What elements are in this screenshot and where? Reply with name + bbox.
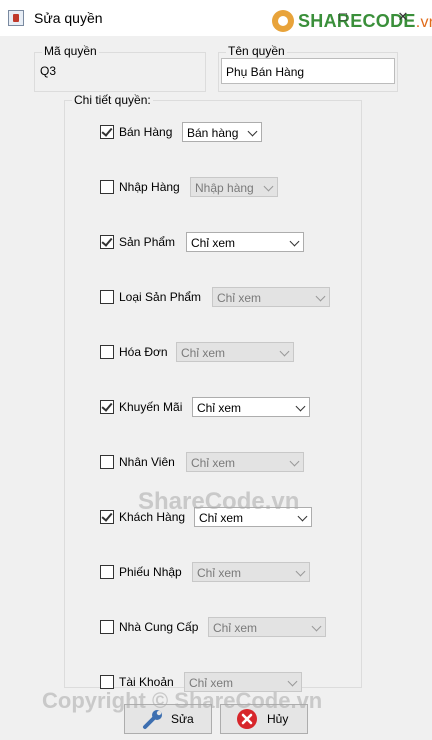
perm-checkbox[interactable]: [100, 180, 114, 194]
cancel-icon: [237, 709, 257, 729]
java-app-icon: [8, 10, 24, 26]
perm-label: Tài Khoản: [119, 675, 174, 689]
sharecode-logo-icon: [272, 10, 294, 32]
title-bar: Sửa quyền SHARECODE.vn □ ✕: [0, 0, 432, 36]
perm-row-khuyen-mai: Khuyến Mãi: [100, 397, 182, 417]
perm-checkbox[interactable]: [100, 345, 114, 359]
perm-combo[interactable]: Chỉ xem: [192, 562, 310, 582]
cancel-button-label: Hủy: [267, 712, 289, 726]
ten-quyen-label: Tên quyền: [226, 44, 287, 58]
perm-checkbox[interactable]: [100, 620, 114, 634]
perm-label: Loại Sản Phẩm: [119, 290, 202, 304]
perm-combo[interactable]: Nhập hàng: [190, 177, 278, 197]
perm-label: Nhân Viên: [119, 455, 175, 469]
permission-panel-title: Chi tiết quyền:: [72, 93, 153, 107]
perm-label: Khách Hàng: [119, 510, 186, 524]
perm-checkbox[interactable]: [100, 565, 114, 579]
close-icon[interactable]: ✕: [396, 10, 410, 24]
perm-label: Bán Hàng: [119, 125, 173, 139]
perm-row-hoa-don: Hóa Đơn: [100, 342, 168, 362]
perm-combo[interactable]: Chỉ xem: [194, 507, 312, 527]
perm-checkbox[interactable]: [100, 510, 114, 524]
save-button-label: Sửa: [171, 712, 194, 726]
perm-combo[interactable]: Chỉ xem: [208, 617, 326, 637]
perm-label: Sản Phẩm: [119, 235, 176, 249]
perm-row-loai-san-pham: Loại Sản Phẩm: [100, 287, 201, 307]
perm-combo[interactable]: Chỉ xem: [186, 452, 304, 472]
ten-quyen-input[interactable]: Phụ Bán Hàng: [221, 58, 395, 84]
perm-checkbox[interactable]: [100, 290, 114, 304]
perm-label: Nhập Hàng: [119, 180, 180, 194]
window-title: Sửa quyền: [34, 10, 103, 26]
perm-row-phieu-nhap: Phiếu Nhập: [100, 562, 182, 582]
ma-quyen-value: Q3: [40, 64, 57, 78]
perm-label: Hóa Đơn: [119, 345, 168, 359]
perm-row-nhap-hang: Nhập Hàng: [100, 177, 180, 197]
perm-combo[interactable]: Chỉ xem: [192, 397, 310, 417]
perm-checkbox[interactable]: [100, 455, 114, 469]
perm-row-san-pham: Sản Phẩm: [100, 232, 175, 252]
chevron-down-icon: [311, 621, 322, 632]
chevron-down-icon: [289, 236, 300, 247]
perm-label: Phiếu Nhập: [119, 565, 182, 579]
perm-label: Nhà Cung Cấp: [119, 620, 199, 634]
perm-combo[interactable]: Chỉ xem: [212, 287, 330, 307]
perm-row-khach-hang: Khách Hàng: [100, 507, 185, 527]
maximize-icon[interactable]: □: [336, 10, 350, 24]
chevron-down-icon: [263, 181, 274, 192]
chevron-down-icon: [279, 346, 290, 357]
chevron-down-icon: [297, 511, 308, 522]
save-button[interactable]: Sửa: [124, 704, 212, 734]
ten-quyen-field: Tên quyền Phụ Bán Hàng: [218, 44, 398, 92]
ma-quyen-field: Mã quyền Q3: [34, 44, 206, 92]
cancel-button[interactable]: Hủy: [220, 704, 308, 734]
perm-combo[interactable]: Bán hàng: [182, 122, 262, 142]
wrench-icon: [143, 710, 162, 729]
chevron-down-icon: [287, 676, 298, 687]
chevron-down-icon: [295, 401, 306, 412]
perm-row-tai-khoan: Tài Khoản: [100, 672, 174, 692]
perm-row-nha-cung-cap: Nhà Cung Cấp: [100, 617, 198, 637]
perm-combo[interactable]: Chỉ xem: [176, 342, 294, 362]
perm-checkbox[interactable]: [100, 400, 114, 414]
perm-combo[interactable]: Chỉ xem: [184, 672, 302, 692]
ma-quyen-label: Mã quyền: [42, 44, 99, 58]
perm-label: Khuyến Mãi: [119, 400, 183, 414]
chevron-down-icon: [289, 456, 300, 467]
chevron-down-icon: [315, 291, 326, 302]
chevron-down-icon: [295, 566, 306, 577]
perm-row-ban-hang: Bán Hàng: [100, 122, 172, 142]
perm-checkbox[interactable]: [100, 235, 114, 249]
perm-combo[interactable]: Chỉ xem: [186, 232, 304, 252]
perm-checkbox[interactable]: [100, 125, 114, 139]
perm-row-nhan-vien: Nhân Viên: [100, 452, 175, 472]
perm-checkbox[interactable]: [100, 675, 114, 689]
chevron-down-icon: [247, 126, 258, 137]
